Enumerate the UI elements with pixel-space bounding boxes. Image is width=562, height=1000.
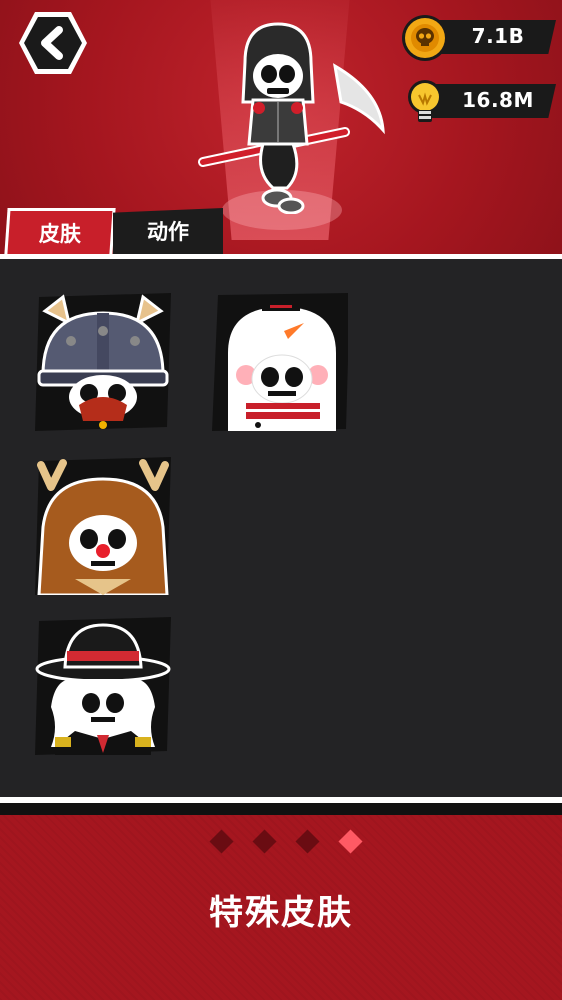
character-preview-header: 7.1B 16.8M 皮肤 动作 (0, 0, 562, 254)
page-dot-3[interactable] (295, 829, 320, 854)
skin-card-viking[interactable] (35, 293, 171, 431)
reindeer-skin-image (35, 457, 171, 595)
page-footer: 特殊皮肤 (0, 815, 562, 1000)
skull-coin-icon (402, 15, 448, 61)
page-title: 特殊皮肤 (209, 893, 353, 933)
tab-skins[interactable]: 皮肤 (4, 208, 116, 254)
idea-counter: 16.8M (400, 78, 556, 122)
skin-card-mafia[interactable] (35, 617, 171, 755)
page-dot-4[interactable] (338, 829, 363, 854)
coin-counter: 7.1B (400, 14, 556, 61)
page-dot-2[interactable] (252, 829, 277, 854)
tab-actions-label: 动作 (147, 220, 189, 244)
idea-amount: 16.8M (462, 88, 534, 112)
snowman-skin-image (212, 293, 348, 431)
coin-amount: 7.1B (471, 24, 525, 48)
skin-grid (0, 259, 562, 797)
viking-skin-image (35, 293, 171, 431)
skin-card-reindeer[interactable] (35, 457, 171, 595)
page-indicator (0, 829, 562, 859)
tab-actions[interactable]: 动作 (113, 208, 223, 254)
tab-skins-label: 皮肤 (38, 221, 81, 246)
page-dot-1[interactable] (209, 829, 234, 854)
divider-black (0, 803, 562, 815)
mafia-skin-image (35, 617, 171, 755)
lightbulb-icon (408, 80, 442, 122)
reaper-character (198, 22, 385, 214)
tab-bar: 皮肤 动作 (0, 208, 562, 254)
skin-card-snowman[interactable] (212, 293, 348, 431)
back-button[interactable] (17, 10, 89, 76)
